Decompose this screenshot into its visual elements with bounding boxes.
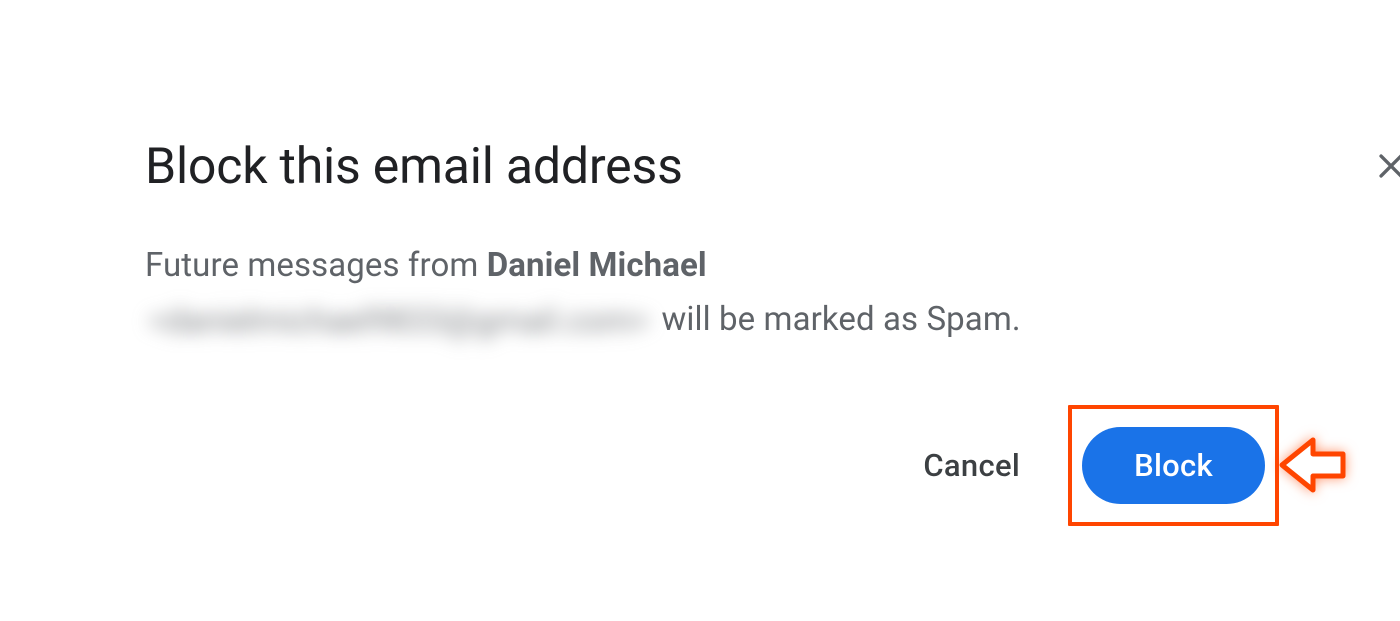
sender-email-redacted: <danielmichael9833@gmail.com> [145, 295, 653, 349]
close-button[interactable] [1367, 144, 1400, 192]
block-button-container: Block [1082, 427, 1265, 504]
dialog-description: Future messages from Daniel Michael <dan… [145, 239, 1105, 349]
dialog-actions: Cancel Block [145, 427, 1255, 504]
close-icon [1374, 149, 1400, 187]
description-prefix: Future messages from [145, 246, 487, 285]
block-sender-dialog: Block this email address Future messages… [145, 140, 1255, 504]
block-button[interactable]: Block [1082, 427, 1265, 504]
cancel-button[interactable]: Cancel [913, 435, 1030, 496]
dialog-title: Block this email address [145, 140, 683, 195]
annotation-arrow-icon [1277, 434, 1347, 496]
description-suffix: will be marked as Spam. [653, 300, 1021, 339]
dialog-header: Block this email address [145, 140, 1255, 195]
sender-name: Daniel Michael [487, 246, 707, 285]
